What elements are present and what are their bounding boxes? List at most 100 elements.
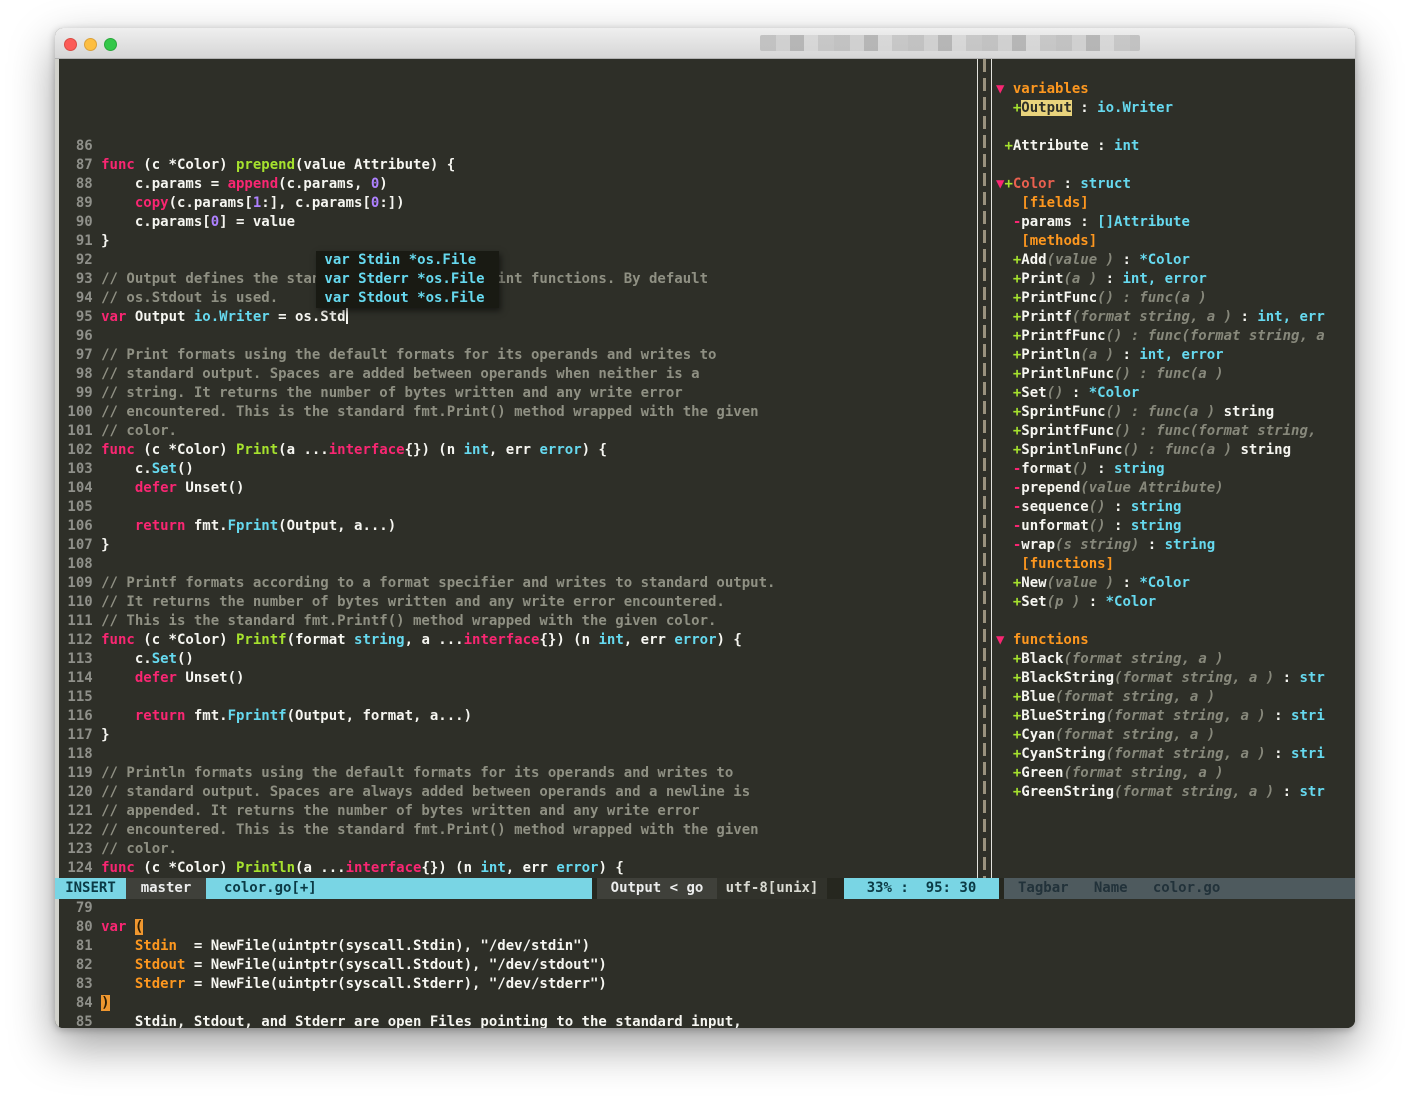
code-line[interactable]: 91} bbox=[59, 232, 977, 251]
godoc-line[interactable]: 84) bbox=[59, 994, 1355, 1013]
tagbar-row[interactable]: -format() : string bbox=[996, 460, 1355, 479]
tagbar-row[interactable]: -sequence() : string bbox=[996, 498, 1355, 517]
code-line[interactable]: 118 bbox=[59, 745, 977, 764]
tagbar-row[interactable]: +Println(a ) : int, error bbox=[996, 346, 1355, 365]
tagbar-row[interactable]: +SprintfFunc() : func(format string, bbox=[996, 422, 1355, 441]
code-line[interactable]: 88 c.params = append(c.params, 0) bbox=[59, 175, 977, 194]
code-line[interactable]: 119// Println formats using the default … bbox=[59, 764, 977, 783]
code-line[interactable]: 95var Output io.Writer = os.Std bbox=[59, 308, 977, 327]
code-line[interactable]: 89 copy(c.params[1:], c.params[0:]) bbox=[59, 194, 977, 213]
code-line[interactable]: 117} bbox=[59, 726, 977, 745]
godoc-preview-window[interactable]: 7980var (81 Stdin = NewFile(uintptr(sysc… bbox=[55, 899, 1355, 1028]
code-line[interactable]: 109// Printf formats according to a form… bbox=[59, 574, 977, 593]
tagbar-row[interactable]: +Set(p ) : *Color bbox=[996, 593, 1355, 612]
tagbar-row[interactable]: ▼+Color : struct bbox=[996, 175, 1355, 194]
code-line[interactable]: 100// encountered. This is the standard … bbox=[59, 403, 977, 422]
tagbar-row[interactable]: [functions] bbox=[996, 555, 1355, 574]
tagbar-row[interactable]: +Add(value ) : *Color bbox=[996, 251, 1355, 270]
code-line[interactable]: 90 c.params[0] = value bbox=[59, 213, 977, 232]
code-segment: func bbox=[101, 860, 135, 876]
code-line[interactable]: 110// It returns the number of bytes wri… bbox=[59, 593, 977, 612]
code-line[interactable]: 103 c.Set() bbox=[59, 460, 977, 479]
window-separator[interactable] bbox=[977, 59, 992, 878]
tagbar-row[interactable]: +PrintfFunc() : func(format string, a bbox=[996, 327, 1355, 346]
tagbar-row[interactable]: +New(value ) : *Color bbox=[996, 574, 1355, 593]
tagbar-row[interactable]: +Printf(format string, a ) : int, err bbox=[996, 308, 1355, 327]
tagbar-row[interactable]: +SprintFunc() : func(a ) string bbox=[996, 403, 1355, 422]
tagbar-row[interactable]: [fields] bbox=[996, 194, 1355, 213]
godoc-line[interactable]: 82 Stdout = NewFile(uintptr(syscall.Stdo… bbox=[59, 956, 1355, 975]
tagbar-row[interactable]: +Set() : *Color bbox=[996, 384, 1355, 403]
tagbar-window[interactable]: ▼ variables +Output : io.Writer +Attribu… bbox=[992, 59, 1355, 878]
code-line[interactable]: 92 bbox=[59, 251, 977, 270]
tagbar-row[interactable]: -unformat() : string bbox=[996, 517, 1355, 536]
code-line[interactable]: 104 defer Unset() bbox=[59, 479, 977, 498]
zoom-button[interactable] bbox=[104, 38, 117, 51]
code-line[interactable]: 93// Output defines the standard output … bbox=[59, 270, 977, 289]
tagbar-row[interactable]: +BlackString(format string, a ) : str bbox=[996, 669, 1355, 688]
code-line[interactable]: 116 return fmt.Fprintf(Output, format, a… bbox=[59, 707, 977, 726]
code-window[interactable]: 8687func (c *Color) prepend(value Attrib… bbox=[59, 59, 977, 878]
code-line[interactable]: 113 c.Set() bbox=[59, 650, 977, 669]
tagbar-row[interactable] bbox=[996, 612, 1355, 631]
tagbar-row[interactable]: -params : []Attribute bbox=[996, 213, 1355, 232]
code-line[interactable]: 99// string. It returns the number of by… bbox=[59, 384, 977, 403]
popup-item[interactable]: var Stderr *os.File bbox=[316, 270, 499, 289]
tagbar-row[interactable]: -prepend(value Attribute) bbox=[996, 479, 1355, 498]
code-line[interactable]: 108 bbox=[59, 555, 977, 574]
tagbar-row[interactable]: ▼ functions bbox=[996, 631, 1355, 650]
code-line[interactable]: 107} bbox=[59, 536, 977, 555]
godoc-line[interactable]: 80var ( bbox=[59, 918, 1355, 937]
godoc-line[interactable]: 79 bbox=[59, 899, 1355, 918]
tagbar-row[interactable]: +Print(a ) : int, error bbox=[996, 270, 1355, 289]
code-line[interactable]: 96 bbox=[59, 327, 977, 346]
tagbar-row[interactable]: [methods] bbox=[996, 232, 1355, 251]
tagbar-row[interactable]: +Black(format string, a ) bbox=[996, 650, 1355, 669]
tagbar-row[interactable]: +PrintFunc() : func(a ) bbox=[996, 289, 1355, 308]
tagbar-row[interactable] bbox=[996, 61, 1355, 80]
tagbar-row[interactable]: +GreenString(format string, a ) : str bbox=[996, 783, 1355, 802]
godoc-line[interactable]: 85 Stdin, Stdout, and Stderr are open Fi… bbox=[59, 1013, 1355, 1028]
code-line[interactable]: 111// This is the standard fmt.Printf() … bbox=[59, 612, 977, 631]
code-line[interactable]: 120// standard output. Spaces are always… bbox=[59, 783, 977, 802]
code-line[interactable]: 105 bbox=[59, 498, 977, 517]
minimize-button[interactable] bbox=[84, 38, 97, 51]
tagbar-row[interactable]: ▼ variables bbox=[996, 80, 1355, 99]
code-line[interactable]: 97// Print formats using the default for… bbox=[59, 346, 977, 365]
tagbar-row[interactable]: +CyanString(format string, a ) : stri bbox=[996, 745, 1355, 764]
tagbar-row[interactable]: +Blue(format string, a ) bbox=[996, 688, 1355, 707]
code-line[interactable]: 106 return fmt.Fprint(Output, a...) bbox=[59, 517, 977, 536]
code-line[interactable]: 94// os.Stdout is used. bbox=[59, 289, 977, 308]
code-segment bbox=[101, 480, 135, 496]
code-line[interactable]: 86 bbox=[59, 137, 977, 156]
godoc-line[interactable]: 81 Stdin = NewFile(uintptr(syscall.Stdin… bbox=[59, 937, 1355, 956]
code-line[interactable]: 124func (c *Color) Println(a ...interfac… bbox=[59, 859, 977, 878]
tagbar-row[interactable]: +Cyan(format string, a ) bbox=[996, 726, 1355, 745]
tagbar-row[interactable]: +Attribute : int bbox=[996, 137, 1355, 156]
tagbar-row[interactable]: +BlueString(format string, a ) : stri bbox=[996, 707, 1355, 726]
code-line[interactable]: 98// standard output. Spaces are added b… bbox=[59, 365, 977, 384]
tagbar-row[interactable]: +PrintlnFunc() : func(a ) bbox=[996, 365, 1355, 384]
code-line[interactable]: 114 defer Unset() bbox=[59, 669, 977, 688]
godoc-line[interactable]: 83 Stderr = NewFile(uintptr(syscall.Stde… bbox=[59, 975, 1355, 994]
popup-item[interactable]: var Stdin *os.File bbox=[316, 251, 499, 270]
autocomplete-popup[interactable]: var Stdin *os.Filevar Stderr *os.Filevar… bbox=[316, 251, 499, 308]
tagbar-row[interactable]: +Green(format string, a ) bbox=[996, 764, 1355, 783]
titlebar[interactable] bbox=[55, 28, 1355, 59]
close-button[interactable] bbox=[64, 38, 77, 51]
code-line[interactable]: 87func (c *Color) prepend(value Attribut… bbox=[59, 156, 977, 175]
popup-item[interactable]: var Stdout *os.File bbox=[316, 289, 499, 308]
code-line[interactable]: 101// color. bbox=[59, 422, 977, 441]
code-line[interactable]: 102func (c *Color) Print(a ...interface{… bbox=[59, 441, 977, 460]
tagbar-row[interactable] bbox=[996, 118, 1355, 137]
code-line[interactable]: 112func (c *Color) Printf(format string,… bbox=[59, 631, 977, 650]
tagbar-row[interactable]: +SprintlnFunc() : func(a ) string bbox=[996, 441, 1355, 460]
tagbar-row[interactable]: +Output : io.Writer bbox=[996, 99, 1355, 118]
code-line[interactable]: 121// appended. It returns the number of… bbox=[59, 802, 977, 821]
code-segment: *Color bbox=[1106, 594, 1157, 610]
tagbar-row[interactable]: -wrap(s string) : string bbox=[996, 536, 1355, 555]
code-line[interactable]: 115 bbox=[59, 688, 977, 707]
code-line[interactable]: 123// color. bbox=[59, 840, 977, 859]
code-line[interactable]: 122// encountered. This is the standard … bbox=[59, 821, 977, 840]
tagbar-row[interactable] bbox=[996, 156, 1355, 175]
